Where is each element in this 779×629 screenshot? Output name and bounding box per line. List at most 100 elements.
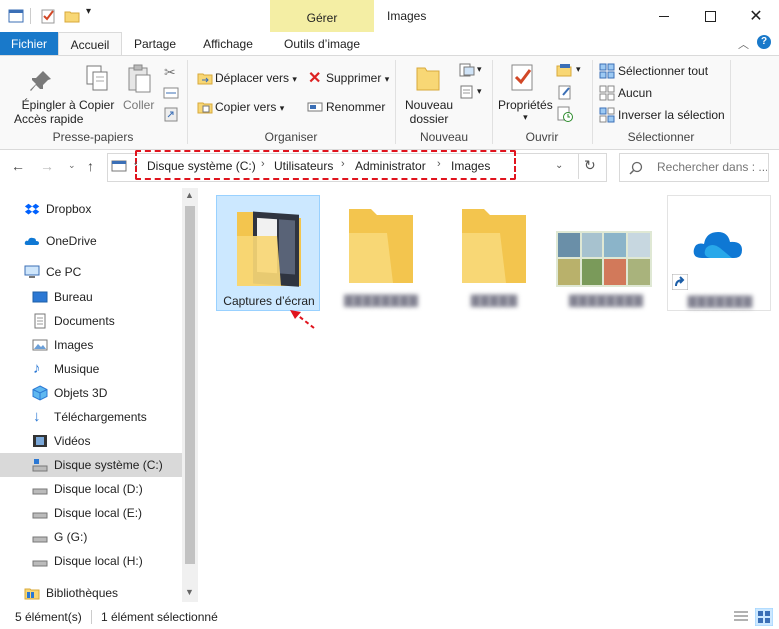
tab-affichage[interactable]: Affichage	[192, 32, 264, 56]
invert-selection-button[interactable]: Inverser la sélection	[618, 108, 725, 122]
properties-check-icon[interactable]	[40, 8, 56, 24]
copy-to-button[interactable]: Copier vers ▾	[215, 100, 284, 114]
nav-item-onedrive[interactable]: OneDrive	[0, 229, 182, 253]
easy-access-icon[interactable]	[458, 84, 476, 100]
nav-item-label: Images	[54, 338, 94, 352]
nav-item-telechargements[interactable]: ↓ Téléchargements	[0, 405, 182, 429]
paste-shortcut-icon[interactable]	[163, 106, 179, 122]
copy-button[interactable]: Copier	[79, 98, 114, 112]
folder-with-screenshots-icon	[237, 211, 301, 287]
nav-item-label: Musique	[54, 362, 100, 376]
chevron-down-icon[interactable]: ▾	[477, 64, 482, 75]
breadcrumb-item[interactable]: Images	[451, 159, 490, 173]
nav-item-disque-g[interactable]: G (G:)	[0, 525, 182, 549]
folder-icon	[349, 209, 413, 283]
nav-item-videos[interactable]: Vidéos	[0, 429, 182, 453]
breadcrumb-separator-icon[interactable]: ›	[341, 158, 345, 170]
large-icons-view-icon[interactable]	[755, 608, 773, 626]
move-to-button[interactable]: Déplacer vers ▾	[215, 71, 297, 85]
move-to-label: Déplacer vers	[215, 71, 290, 85]
help-icon[interactable]: ?	[757, 35, 771, 49]
file-tile[interactable]: ▇▇▇▇▇▇▇▇	[554, 195, 658, 311]
close-icon: ✕	[749, 8, 763, 25]
chevron-down-icon: ▾	[279, 103, 285, 113]
explorer-window-icon[interactable]	[8, 8, 24, 24]
videos-icon	[33, 435, 47, 447]
tab-fichier[interactable]: Fichier	[0, 32, 58, 56]
nav-item-objets-3d[interactable]: Objets 3D	[0, 381, 182, 405]
file-name-label-blurred: ▇▇▇▇▇▇▇▇	[344, 293, 418, 307]
file-tile[interactable]: ▇▇▇▇▇	[442, 195, 546, 311]
copy-path-icon[interactable]	[163, 86, 179, 100]
open-icon[interactable]	[556, 62, 574, 78]
recent-locations-button[interactable]: ⌄	[68, 160, 76, 171]
breadcrumb-item[interactable]: Disque système (C:)	[147, 159, 256, 173]
status-bar: 5 élément(s) 1 élément sélectionné	[0, 605, 779, 629]
file-tile[interactable]: ▇▇▇▇▇▇▇▇	[329, 195, 433, 311]
address-history-dropdown[interactable]: ⌄	[555, 160, 563, 171]
nav-item-label: Bureau	[54, 290, 93, 304]
breadcrumb-separator-icon[interactable]: ›	[437, 158, 441, 170]
breadcrumb-separator-icon[interactable]: ›	[261, 158, 265, 170]
cut-icon[interactable]: ✂	[164, 64, 176, 81]
history-icon[interactable]	[557, 106, 573, 122]
file-tile-selected[interactable]: Captures d’écran	[216, 195, 320, 311]
breadcrumb-item[interactable]: Administrator	[355, 159, 426, 173]
scroll-down-icon[interactable]: ▼	[185, 587, 194, 597]
arrow-up-icon: ↑	[87, 158, 94, 174]
minimize-icon	[659, 15, 669, 17]
delete-icon: ✕	[308, 70, 322, 87]
delete-button[interactable]: Supprimer ▾	[326, 71, 389, 85]
new-folder-icon[interactable]	[64, 8, 80, 24]
select-none-button[interactable]: Aucun	[618, 86, 652, 100]
selection-count: 1 élément sélectionné	[101, 610, 218, 624]
new-folder-button[interactable]: Nouveau dossier	[405, 98, 453, 126]
properties-label: Propriétés	[498, 98, 553, 112]
search-input[interactable]	[655, 157, 769, 177]
rename-button[interactable]: Renommer	[326, 100, 385, 114]
nav-item-disque-e[interactable]: Disque local (E:)	[0, 501, 182, 525]
nav-item-ce-pc[interactable]: Ce PC	[0, 260, 182, 284]
breadcrumb-item[interactable]: Utilisateurs	[274, 159, 333, 173]
properties-button[interactable]: Propriétés ▾	[498, 98, 553, 123]
edit-icon[interactable]	[557, 84, 573, 100]
back-button[interactable]: ←	[11, 158, 25, 174]
forward-button[interactable]: →	[40, 158, 54, 174]
group-label-presse-papiers: Presse-papiers	[52, 130, 134, 144]
select-all-button[interactable]: Sélectionner tout	[618, 64, 708, 78]
new-item-icon[interactable]	[458, 62, 476, 78]
nav-item-images[interactable]: Images	[0, 333, 182, 357]
pin-quick-access-button[interactable]: Épingler à Accès rapide	[14, 98, 83, 126]
system-drive-icon	[32, 459, 48, 472]
nav-item-musique[interactable]: ♪ Musique	[0, 357, 182, 381]
nav-item-bureau[interactable]: Bureau	[0, 285, 182, 309]
refresh-button[interactable]: ↻	[584, 157, 596, 174]
close-button[interactable]: ✕	[733, 0, 779, 32]
quick-access-dropdown-icon[interactable]: ▾	[86, 6, 91, 17]
chevron-down-icon[interactable]: ▾	[576, 64, 581, 75]
tab-partage[interactable]: Partage	[124, 32, 186, 56]
nav-item-dropbox[interactable]: Dropbox	[0, 197, 182, 221]
details-view-icon[interactable]	[733, 609, 749, 625]
minimize-button[interactable]	[641, 0, 687, 32]
nav-item-documents[interactable]: Documents	[0, 309, 182, 333]
nav-item-disque-d[interactable]: Disque local (D:)	[0, 477, 182, 501]
nav-item-bibliotheques[interactable]: Bibliothèques	[0, 581, 182, 605]
nav-scrollbar[interactable]: ▲ ▼	[182, 188, 198, 602]
file-tile[interactable]: ▇▇▇▇▇▇▇	[667, 195, 771, 311]
tab-accueil[interactable]: Accueil	[58, 32, 122, 57]
collapse-ribbon-icon[interactable]: ︿	[738, 36, 749, 52]
nav-item-disque-systeme-selected[interactable]: Disque système (C:)	[0, 453, 182, 477]
scroll-up-icon[interactable]: ▲	[185, 190, 194, 200]
up-button[interactable]: ↑	[87, 158, 94, 174]
ribbon-tabs: Fichier Accueil Partage Affichage Outils…	[0, 32, 779, 57]
tab-outils-image[interactable]: Outils d’image	[272, 32, 372, 56]
scrollbar-thumb[interactable]	[185, 206, 195, 564]
maximize-button[interactable]	[687, 0, 733, 32]
nav-item-label: Objets 3D	[54, 386, 108, 400]
paste-button[interactable]: Coller	[123, 98, 154, 112]
chevron-down-icon[interactable]: ▾	[477, 86, 482, 97]
refresh-icon: ↻	[584, 157, 596, 173]
pictures-icon	[32, 339, 48, 351]
nav-item-disque-h[interactable]: Disque local (H:)	[0, 549, 182, 573]
